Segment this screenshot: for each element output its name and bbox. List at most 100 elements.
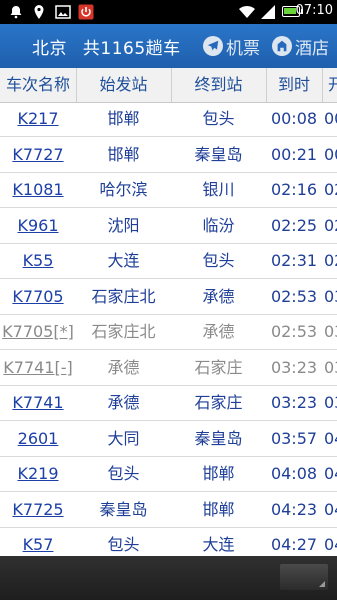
departure-cell: 03 xyxy=(324,357,337,377)
status-bar: 07:10 xyxy=(0,0,337,24)
column-header-train[interactable]: 车次名称 xyxy=(0,68,76,102)
hotel-button[interactable]: 酒店 xyxy=(272,32,329,60)
departure-cell: 04 xyxy=(324,499,337,519)
train-link[interactable]: K7705[*] xyxy=(2,322,74,341)
column-header-destination[interactable]: 终到站 xyxy=(171,68,266,102)
airplane-icon xyxy=(203,36,223,56)
destination-cell: 承德 xyxy=(202,286,235,306)
train-link[interactable]: K1081 xyxy=(12,180,63,199)
origin-cell: 包头 xyxy=(107,464,140,483)
departure-cell: 04 xyxy=(324,464,337,483)
origin-cell: 邯郸 xyxy=(107,144,140,164)
origin-cell: 石家庄北 xyxy=(91,322,156,341)
table-row[interactable]: K7705 石家庄北 承德 02:53 03 xyxy=(0,280,337,315)
image-icon xyxy=(55,5,71,19)
hotel-icon xyxy=(272,36,292,56)
flight-label: 机票 xyxy=(226,38,260,59)
train-link[interactable]: K7741[-] xyxy=(3,358,72,377)
destination-cell: 包头 xyxy=(202,109,235,128)
train-list[interactable]: K217 邯郸 包头 00:08 00 K7727 邯郸 秦皇岛 00:21 0… xyxy=(0,102,337,555)
arrival-cell: 00:21 xyxy=(270,144,318,164)
table-row[interactable]: K217 邯郸 包头 00:08 00 xyxy=(0,102,337,137)
flight-button[interactable]: 机票 xyxy=(203,32,260,60)
station-name: 北京 xyxy=(32,39,67,59)
departure-cell: 00 xyxy=(324,109,337,128)
title-bar: 北京 共1165趟车 机票 酒店 xyxy=(0,24,337,68)
origin-cell: 承德 xyxy=(107,393,140,412)
arrival-cell: 02:31 xyxy=(270,251,318,270)
train-link[interactable]: K219 xyxy=(17,464,58,483)
origin-cell: 石家庄北 xyxy=(91,286,156,306)
table-row[interactable]: K961 沈阳 临汾 02:25 02 xyxy=(0,209,337,244)
departure-cell: 03 xyxy=(324,286,337,306)
departure-cell: 00 xyxy=(324,144,337,164)
signal-icon xyxy=(261,5,275,19)
column-header-origin[interactable]: 始发站 xyxy=(76,68,171,102)
train-link[interactable]: K57 xyxy=(23,535,54,554)
destination-cell: 石家庄 xyxy=(194,357,243,377)
train-link[interactable]: K7725 xyxy=(12,500,63,519)
train-link[interactable]: K7727 xyxy=(12,145,63,164)
departure-cell: 04 xyxy=(324,428,337,448)
train-link[interactable]: K961 xyxy=(17,216,58,235)
table-row[interactable]: K219 包头 邯郸 04:08 04 xyxy=(0,457,337,492)
table-row[interactable]: K1081 哈尔滨 银川 02:16 02 xyxy=(0,173,337,208)
departure-cell: 04 xyxy=(324,535,337,554)
bottom-bar xyxy=(0,556,337,600)
power-icon xyxy=(78,4,94,20)
table-row[interactable]: K7741 承德 石家庄 03:23 03 xyxy=(0,386,337,421)
table-row[interactable]: K57 包头 大连 04:27 04 xyxy=(0,528,337,555)
overflow-menu-icon[interactable] xyxy=(280,564,328,590)
train-link[interactable]: K7741 xyxy=(12,393,63,412)
notification-icon xyxy=(10,6,22,19)
table-row[interactable]: K55 大连 包头 02:31 02 xyxy=(0,244,337,279)
arrival-cell: 02:25 xyxy=(270,215,318,235)
departure-cell: 03 xyxy=(324,393,337,412)
destination-cell: 石家庄 xyxy=(194,393,243,412)
train-link[interactable]: K55 xyxy=(23,251,54,270)
table-row[interactable]: K7705[*] 石家庄北 承德 02:53 03 xyxy=(0,315,337,350)
arrival-cell: 04:23 xyxy=(270,499,318,519)
arrival-cell: 03:23 xyxy=(270,357,318,377)
page-title: 北京 共1165趟车 xyxy=(32,34,191,59)
destination-cell: 承德 xyxy=(202,322,235,341)
destination-cell: 临汾 xyxy=(202,215,235,235)
origin-cell: 大同 xyxy=(107,428,140,448)
column-header-arrival[interactable]: 到时 xyxy=(266,68,322,102)
destination-cell: 邯郸 xyxy=(202,464,235,483)
arrival-cell: 04:08 xyxy=(270,464,318,483)
destination-cell: 邯郸 xyxy=(202,499,235,519)
arrival-cell: 03:23 xyxy=(270,393,318,412)
table-row[interactable]: K7741[-] 承德 石家庄 03:23 03 xyxy=(0,351,337,386)
wifi-icon xyxy=(239,5,255,18)
column-header-departure[interactable]: 开 xyxy=(322,68,337,102)
origin-cell: 邯郸 xyxy=(107,109,140,128)
departure-cell: 02 xyxy=(324,251,337,270)
train-link[interactable]: 2601 xyxy=(18,429,59,448)
table-row[interactable]: K7725 秦皇岛 邯郸 04:23 04 xyxy=(0,493,337,528)
arrival-cell: 02:53 xyxy=(270,322,318,341)
arrival-cell: 02:53 xyxy=(270,286,318,306)
train-link[interactable]: K217 xyxy=(17,109,58,128)
table-row[interactable]: K7727 邯郸 秦皇岛 00:21 00 xyxy=(0,138,337,173)
table-header: 车次名称 始发站 终到站 到时 开 xyxy=(0,68,337,103)
departure-cell: 03 xyxy=(324,322,337,341)
arrival-cell: 04:27 xyxy=(270,535,318,554)
destination-cell: 大连 xyxy=(202,535,235,554)
status-time: 07:10 xyxy=(295,3,333,18)
origin-cell: 沈阳 xyxy=(107,215,140,235)
destination-cell: 银川 xyxy=(202,180,235,199)
train-count: 共1165趟车 xyxy=(82,39,181,59)
origin-cell: 哈尔滨 xyxy=(99,180,148,199)
hotel-label: 酒店 xyxy=(295,38,329,59)
table-row[interactable]: 2601 大同 秦皇岛 03:57 04 xyxy=(0,422,337,457)
arrival-cell: 02:16 xyxy=(270,180,318,199)
origin-cell: 大连 xyxy=(107,251,140,270)
location-icon xyxy=(34,5,44,19)
arrival-cell: 00:08 xyxy=(270,109,318,128)
departure-cell: 02 xyxy=(324,180,337,199)
departure-cell: 02 xyxy=(324,215,337,235)
train-link[interactable]: K7705 xyxy=(12,287,63,306)
destination-cell: 包头 xyxy=(202,251,235,270)
origin-cell: 秦皇岛 xyxy=(99,499,148,519)
